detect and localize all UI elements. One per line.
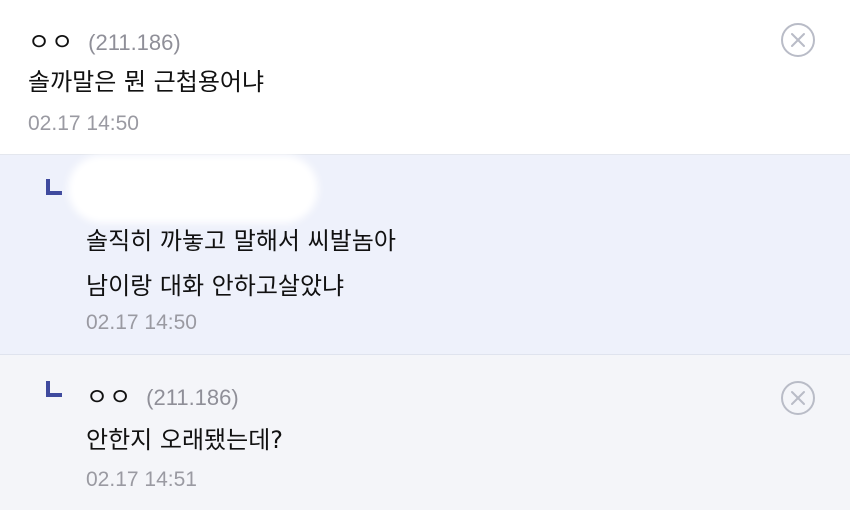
author-ip: (211.186): [146, 385, 239, 410]
reply-timestamp: 02.17 14:51: [86, 468, 197, 491]
reply-arrow-icon: [46, 179, 62, 195]
reply-text-line: 솔직히 까놓고 말해서 씨발놈아: [86, 227, 396, 255]
reply-item: ㅇㅇ (211.186) 안한지 오래됐는데? 02.17 14:51: [0, 355, 850, 510]
author-ip: (211.186): [88, 30, 181, 55]
comment-list: ㅇㅇ (211.186) 솔까말은 뭔 근첩용어냐 02.17 14:50 솔직…: [0, 0, 850, 510]
reply-item: 솔직히 까놓고 말해서 씨발놈아 남이랑 대화 안하고살았냐 02.17 14:…: [0, 155, 850, 355]
reply-author: ㅇㅇ (211.186): [86, 377, 239, 412]
reply-text: 솔직히 까놓고 말해서 씨발놈아 남이랑 대화 안하고살았냐: [86, 219, 396, 309]
comment-author: ㅇㅇ (211.186): [28, 22, 181, 57]
comment-item: ㅇㅇ (211.186) 솔까말은 뭔 근첩용어냐 02.17 14:50: [0, 0, 850, 155]
reply-arrow-icon: [46, 381, 62, 397]
comment-timestamp: 02.17 14:50: [28, 112, 139, 135]
author-nickname[interactable]: ㅇㅇ: [86, 377, 132, 412]
close-circle-icon: [781, 23, 815, 57]
comment-text: 솔까말은 뭔 근첩용어냐: [28, 68, 265, 96]
reply-timestamp: 02.17 14:50: [86, 311, 197, 334]
redaction-mark: [74, 161, 312, 217]
delete-comment-button[interactable]: [780, 22, 816, 58]
close-circle-icon: [781, 381, 815, 415]
delete-reply-button[interactable]: [780, 380, 816, 416]
author-nickname[interactable]: ㅇㅇ: [28, 22, 74, 57]
reply-text: 안한지 오래됐는데?: [86, 426, 284, 454]
reply-text-line: 남이랑 대화 안하고살았냐: [86, 272, 345, 300]
